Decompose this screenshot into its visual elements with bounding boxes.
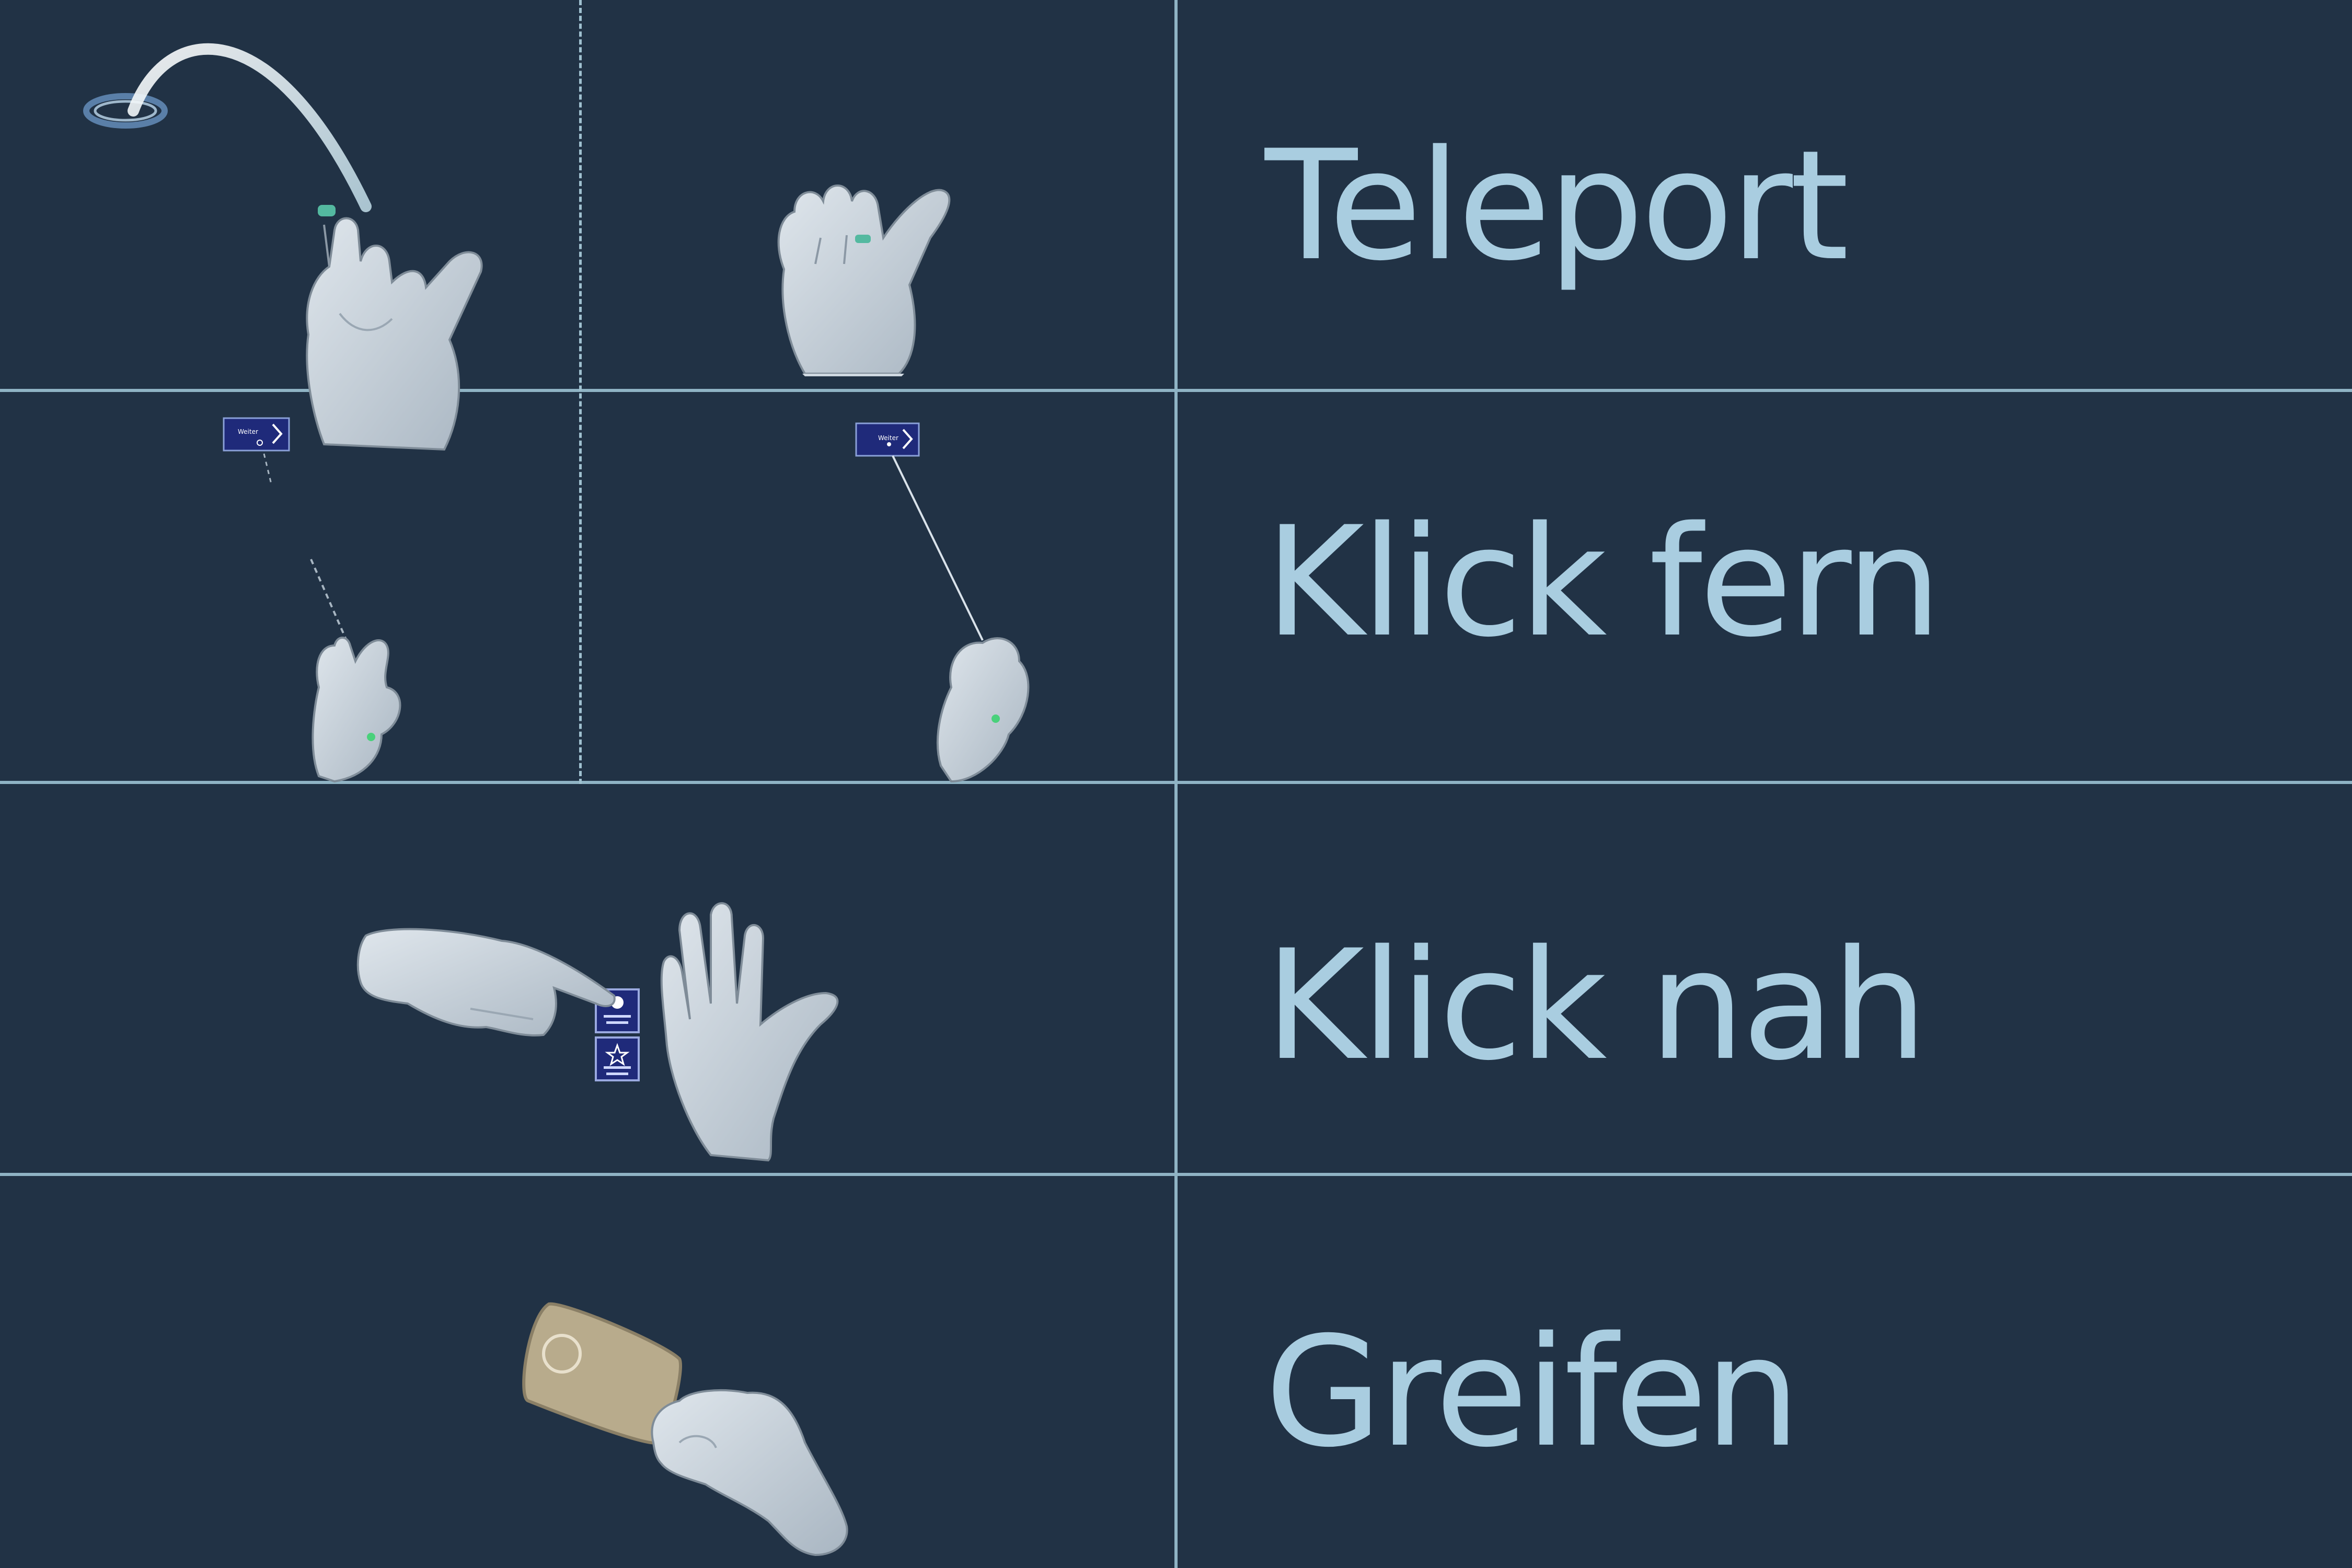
- near-click-open-palm-icon: [660, 902, 839, 1162]
- gesture-table: Teleport Klick fern Klick nah Greifen We…: [0, 0, 2352, 1568]
- teleport-pinch-hand-icon: [306, 205, 483, 451]
- teleport-arc-beam: [128, 43, 372, 212]
- near-click-button-bottom: [595, 1036, 640, 1081]
- far-click-aim-hand-icon: [312, 637, 401, 783]
- teleport-ring-icon: [83, 93, 168, 129]
- grab-hand-icon: [651, 1389, 848, 1557]
- svg-text:Weiter: Weiter: [878, 434, 898, 442]
- teleport-release-hand-icon: [777, 185, 951, 376]
- svg-text:Weiter: Weiter: [238, 428, 258, 435]
- near-click-pointing-hand-icon: [356, 928, 616, 1036]
- far-click-panel-left: Weiter: [223, 417, 290, 452]
- far-click-panel-right: Weiter: [855, 422, 920, 457]
- far-click-pinch-hand-icon: [936, 637, 1030, 783]
- gesture-illustrations: Weiter Weiter: [83, 43, 1030, 1557]
